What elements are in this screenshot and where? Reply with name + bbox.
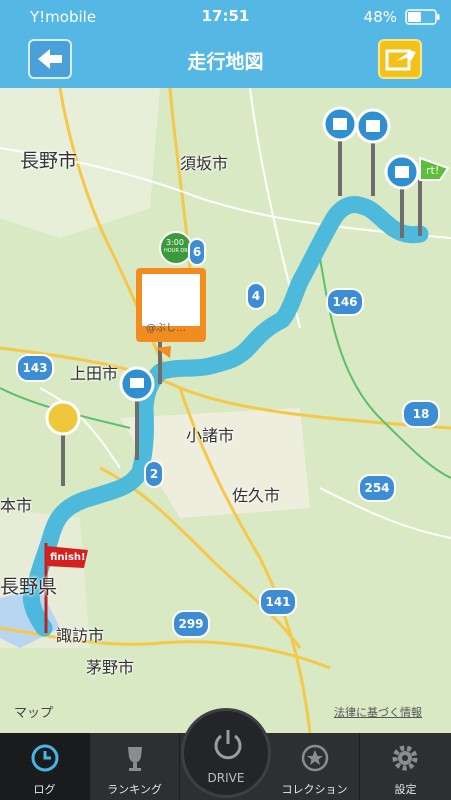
route-map[interactable]: 長野市 須坂市 上田市 小諸市 佐久市 長野県 諏訪市 茅野市 本市 rt! f…: [0, 88, 451, 733]
status-bar: Y!mobile 17:51 48%: [0, 0, 451, 34]
map-label-suzaka: 須坂市: [180, 154, 229, 173]
map-label-saku: 佐久市: [232, 486, 281, 505]
map-label-suwa: 諏訪市: [56, 626, 105, 645]
drive-badge-time: 3:00: [166, 238, 184, 247]
route-shield: 143: [16, 354, 54, 382]
battery-icon: [405, 9, 440, 25]
map-label-ueda: 上田市: [70, 364, 119, 383]
route-shield: 4: [246, 282, 266, 310]
battery-percent: 48%: [363, 8, 397, 26]
power-icon: [214, 730, 242, 760]
tab-collection-label: コレクション: [281, 783, 348, 796]
tab-ranking-label: ランキング: [107, 783, 162, 796]
route-shield: 254: [358, 474, 396, 502]
tab-settings-label: 設定: [394, 783, 417, 796]
tab-ranking[interactable]: ランキング: [90, 733, 180, 800]
start-flag-label: rt!: [426, 164, 440, 177]
apple-maps-logo: マップ: [14, 702, 53, 721]
tab-collection[interactable]: コレクション: [270, 733, 360, 800]
clock-icon: [31, 744, 59, 772]
map-label-nagano: 長野市: [20, 150, 78, 172]
route-shield: 2: [144, 460, 164, 488]
star-icon: [301, 744, 329, 772]
nav-bar: 走行地図: [0, 34, 451, 88]
gear-icon: [392, 745, 418, 771]
tab-settings[interactable]: 設定: [360, 733, 451, 800]
apple-maps-label: マップ: [14, 706, 54, 721]
share-button[interactable]: [378, 39, 422, 79]
finish-flag-label: finish!: [50, 552, 86, 563]
route-shield: 299: [172, 610, 210, 638]
tab-log[interactable]: ログ: [0, 733, 90, 800]
route-shield: 6: [188, 238, 206, 266]
share-icon: [385, 49, 416, 71]
tab-log-label: ログ: [33, 783, 56, 796]
map-label-hon: 本市: [0, 496, 33, 515]
drive-label: DRIVE: [207, 771, 245, 785]
route-shield: 141: [259, 588, 297, 616]
map-label-komoro: 小諸市: [186, 426, 235, 445]
photo-caption: @ぶし…: [146, 323, 186, 334]
legal-link[interactable]: 法律に基づく情報: [334, 704, 422, 720]
drive-button[interactable]: DRIVE: [181, 708, 271, 798]
trophy-icon: [128, 747, 142, 771]
route-shield: 146: [326, 288, 364, 316]
map-label-nagano-ken: 長野県: [0, 576, 58, 598]
map-label-chino: 茅野市: [86, 658, 135, 677]
route-shield: 18: [402, 400, 440, 428]
